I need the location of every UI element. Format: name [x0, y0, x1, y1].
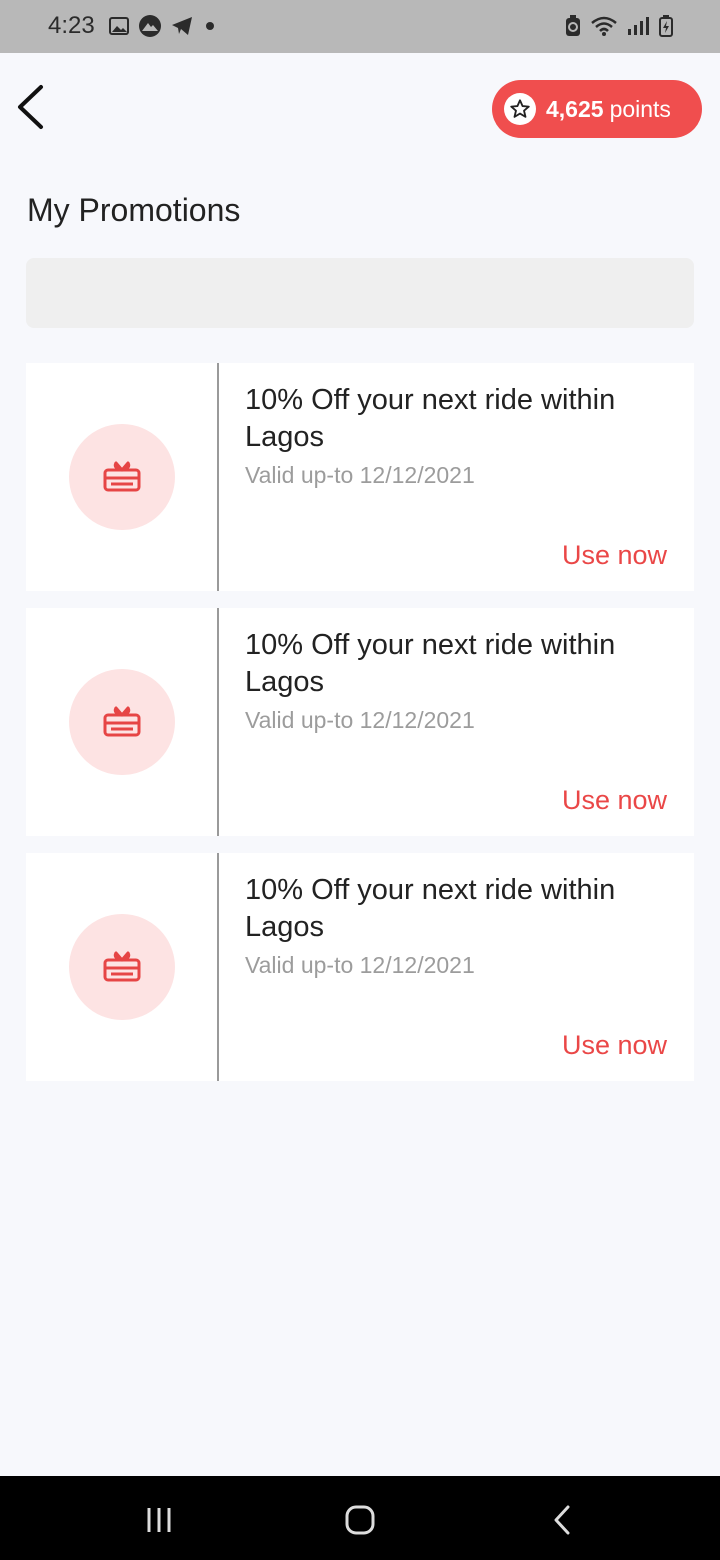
gift-card-icon [68, 669, 175, 775]
promo-card: 10% Off your next ride within Lagos Vali… [26, 363, 694, 591]
image-icon [108, 15, 130, 42]
status-time: 4:23 [48, 12, 95, 39]
back-icon [551, 1504, 573, 1541]
nav-back-button[interactable] [540, 1500, 584, 1544]
use-now-button[interactable]: Use now [562, 540, 667, 571]
battery-icon [658, 14, 674, 43]
points-badge[interactable]: 4,625 points [492, 80, 702, 138]
chevron-left-icon [15, 84, 45, 135]
home-button[interactable] [338, 1500, 382, 1544]
recents-button[interactable] [137, 1500, 181, 1544]
promo-title: 10% Off your next ride within Lagos [245, 874, 616, 943]
search-input[interactable] [26, 258, 694, 328]
use-now-button[interactable]: Use now [562, 1030, 667, 1061]
system-nav-bar [0, 1476, 720, 1560]
app-header: 4,625 points [0, 53, 720, 173]
promo-card: 10% Off your next ride within Lagos Vali… [26, 853, 694, 1081]
gift-card-icon [68, 914, 175, 1020]
promo-title: 10% Off your next ride within Lagos [245, 629, 616, 698]
back-button[interactable] [10, 83, 50, 135]
star-icon [504, 93, 536, 125]
gift-card-icon [68, 424, 175, 530]
wifi-icon [590, 15, 618, 42]
promo-validity: Valid up-to 12/12/2021 [245, 707, 475, 733]
recents-icon [144, 1506, 174, 1539]
status-bar: 4:23 [0, 0, 720, 53]
signal-icon [626, 15, 650, 42]
promo-validity: Valid up-to 12/12/2021 [245, 462, 475, 488]
points-unit: points [609, 95, 671, 122]
points-value: 4,625 [546, 95, 604, 122]
home-icon [344, 1504, 376, 1541]
promo-title: 10% Off your next ride within Lagos [245, 384, 616, 453]
mountain-icon [138, 14, 162, 43]
page-title: My Promotions [27, 192, 241, 228]
telegram-icon [170, 15, 194, 42]
promo-validity: Valid up-to 12/12/2021 [245, 952, 475, 978]
battery-saver-icon [564, 14, 582, 43]
dot-icon [202, 18, 218, 39]
use-now-button[interactable]: Use now [562, 785, 667, 816]
promo-card: 10% Off your next ride within Lagos Vali… [26, 608, 694, 836]
promo-list: 10% Off your next ride within Lagos Vali… [26, 363, 694, 1098]
